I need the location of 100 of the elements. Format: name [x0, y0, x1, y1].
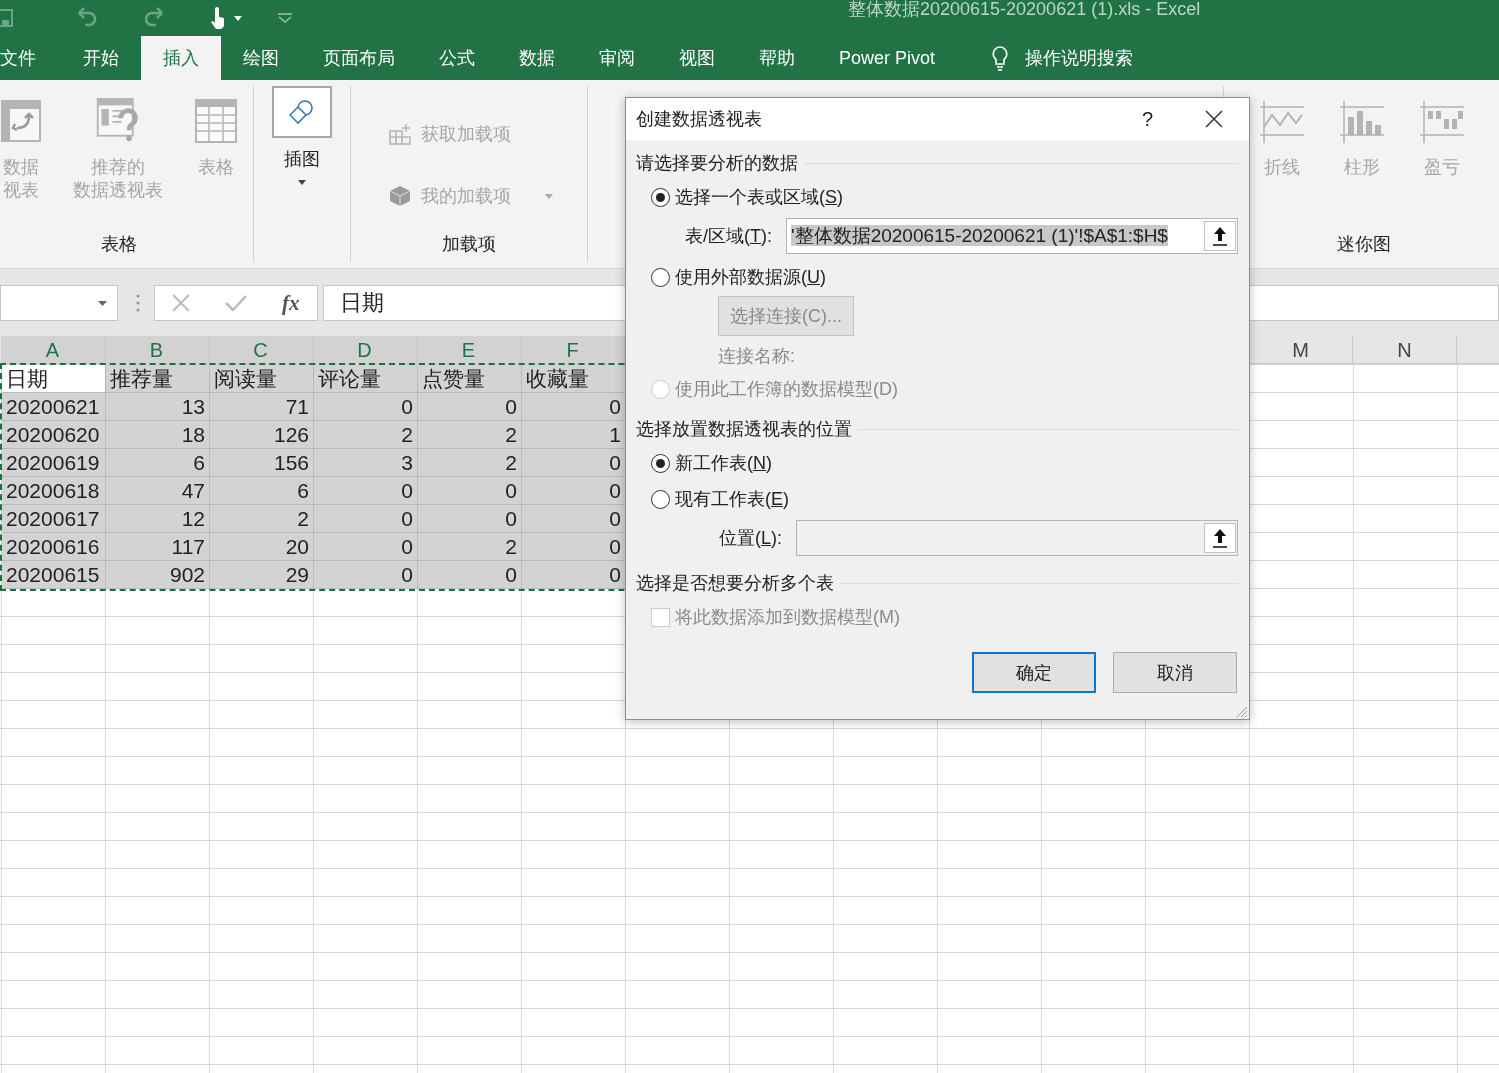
- ribbon-tab[interactable]: 视图: [657, 36, 737, 80]
- column-header[interactable]: F: [521, 336, 625, 363]
- table-cell[interactable]: 20200615: [2, 561, 106, 589]
- column-header[interactable]: B: [105, 336, 209, 363]
- table-cell[interactable]: 0: [522, 393, 626, 421]
- table-cell[interactable]: 20200621: [2, 393, 106, 421]
- caret-icon: [298, 180, 306, 185]
- table-cell[interactable]: 0: [522, 561, 626, 589]
- table-cell[interactable]: 0: [418, 505, 522, 533]
- group-label: 加载项: [442, 234, 496, 254]
- table-cell[interactable]: 20200619: [2, 449, 106, 477]
- table-cell[interactable]: 29: [210, 561, 314, 589]
- table-cell[interactable]: 评论量: [314, 365, 418, 393]
- table-cell[interactable]: 12: [106, 505, 210, 533]
- radio-button[interactable]: [651, 453, 670, 473]
- table-cell[interactable]: 0: [314, 533, 418, 561]
- column-header[interactable]: D: [313, 336, 417, 363]
- table-cell[interactable]: 117: [106, 533, 210, 561]
- grid-plus-icon: [389, 123, 411, 145]
- table-cell[interactable]: 126: [210, 421, 314, 449]
- column-header[interactable]: E: [417, 336, 521, 363]
- table-cell[interactable]: 0: [314, 505, 418, 533]
- dialog-button[interactable]: 确定: [972, 652, 1096, 693]
- column-header[interactable]: C: [209, 336, 313, 363]
- collapse-button[interactable]: [1204, 221, 1236, 251]
- close-icon[interactable]: [1205, 110, 1223, 128]
- table-cell[interactable]: 18: [106, 421, 210, 449]
- table-cell[interactable]: 0: [314, 393, 418, 421]
- table-cell[interactable]: 推荐量: [106, 365, 210, 393]
- ribbon-tab[interactable]: 文件: [0, 36, 61, 80]
- table-cell[interactable]: 点赞量: [418, 365, 522, 393]
- table-cell[interactable]: 1: [522, 421, 626, 449]
- table-cell[interactable]: 0: [418, 561, 522, 589]
- table-cell[interactable]: 日期: [2, 365, 106, 393]
- dropdown-arrow-icon: [98, 300, 107, 306]
- table-cell[interactable]: 0: [522, 449, 626, 477]
- insert-function-button[interactable]: fx: [282, 290, 300, 316]
- table-cell[interactable]: 20200620: [2, 421, 106, 449]
- ribbon-tab[interactable]: 开始: [61, 36, 141, 80]
- column-header[interactable]: A: [1, 336, 105, 363]
- ribbon-tab[interactable]: 帮助: [737, 36, 817, 80]
- column-header[interactable]: N: [1353, 336, 1457, 363]
- table-cell[interactable]: 13: [106, 393, 210, 421]
- table-cell[interactable]: 阅读量: [210, 365, 314, 393]
- table-cell[interactable]: 156: [210, 449, 314, 477]
- table-cell[interactable]: 2: [210, 505, 314, 533]
- table-cell[interactable]: 收藏量: [522, 365, 626, 393]
- table-cell[interactable]: 0: [418, 393, 522, 421]
- window-title: 整体数据20200615-20200621 (1).xls - Excel: [848, 0, 1201, 18]
- shapes-icon: [289, 100, 315, 124]
- table-cell[interactable]: 902: [106, 561, 210, 589]
- ribbon-tab[interactable]: 页面布局: [301, 36, 417, 80]
- table-cell[interactable]: 2: [418, 421, 522, 449]
- ribbon-tab[interactable]: 数据: [497, 36, 577, 80]
- range-field[interactable]: '整体数据20200615-20200621 (1)'!$A$1:$H$: [786, 218, 1238, 254]
- ribbon-tab[interactable]: 审阅: [577, 36, 657, 80]
- section-heading: 请选择要分析的数据: [636, 152, 798, 175]
- table-cell[interactable]: 0: [314, 561, 418, 589]
- table-cell[interactable]: 0: [522, 533, 626, 561]
- section-heading: 选择是否想要分析多个表: [636, 572, 834, 595]
- help-button[interactable]: ?: [1141, 107, 1153, 131]
- field-label: 表/区域(T):: [684, 225, 773, 248]
- radio-label[interactable]: 新工作表(N): [675, 451, 772, 475]
- radio-button[interactable]: [651, 489, 670, 509]
- table-cell[interactable]: 0: [522, 477, 626, 505]
- ribbon-tab[interactable]: 插入: [141, 36, 221, 80]
- radio-label[interactable]: 现有工作表(E): [675, 487, 789, 511]
- table-cell[interactable]: 20: [210, 533, 314, 561]
- table-cell[interactable]: 2: [418, 533, 522, 561]
- lightbulb-icon: [991, 45, 1010, 71]
- section-heading: 选择放置数据透视表的位置: [636, 418, 852, 441]
- ribbon-tab[interactable]: Power Pivot: [817, 36, 958, 80]
- table-cell[interactable]: 20200616: [2, 533, 106, 561]
- tell-me-search[interactable]: 操作说明搜索: [1025, 46, 1134, 70]
- ribbon-tab[interactable]: 绘图: [221, 36, 301, 80]
- table-cell[interactable]: 20200618: [2, 477, 106, 505]
- radio-label[interactable]: 选择一个表或区域(S): [675, 185, 843, 209]
- table-cell[interactable]: 2: [314, 421, 418, 449]
- grip-icon: [136, 294, 140, 312]
- table-cell[interactable]: 47: [106, 477, 210, 505]
- group-label: 表格: [101, 234, 137, 254]
- table-cell[interactable]: 6: [106, 449, 210, 477]
- table-cell[interactable]: 0: [314, 477, 418, 505]
- table-cell[interactable]: 3: [314, 449, 418, 477]
- ribbon-tab[interactable]: 公式: [417, 36, 497, 80]
- collapse-dialog-icon[interactable]: [1213, 226, 1227, 246]
- table-cell[interactable]: 6: [210, 477, 314, 505]
- radio-button[interactable]: [651, 267, 670, 287]
- caret-icon: [234, 15, 242, 21]
- radio-label[interactable]: 使用外部数据源(U): [675, 265, 826, 289]
- table-cell[interactable]: 0: [418, 477, 522, 505]
- table-cell[interactable]: 71: [210, 393, 314, 421]
- connection-name-label: 连接名称:: [718, 345, 796, 368]
- table-cell[interactable]: 2: [418, 449, 522, 477]
- table-cell[interactable]: 20200617: [2, 505, 106, 533]
- resize-grip-icon: [1236, 706, 1248, 718]
- table-cell[interactable]: 0: [522, 505, 626, 533]
- dialog-button[interactable]: 取消: [1113, 652, 1237, 693]
- radio-button[interactable]: [651, 187, 670, 207]
- dialog-title: 创建数据透视表: [636, 108, 763, 131]
